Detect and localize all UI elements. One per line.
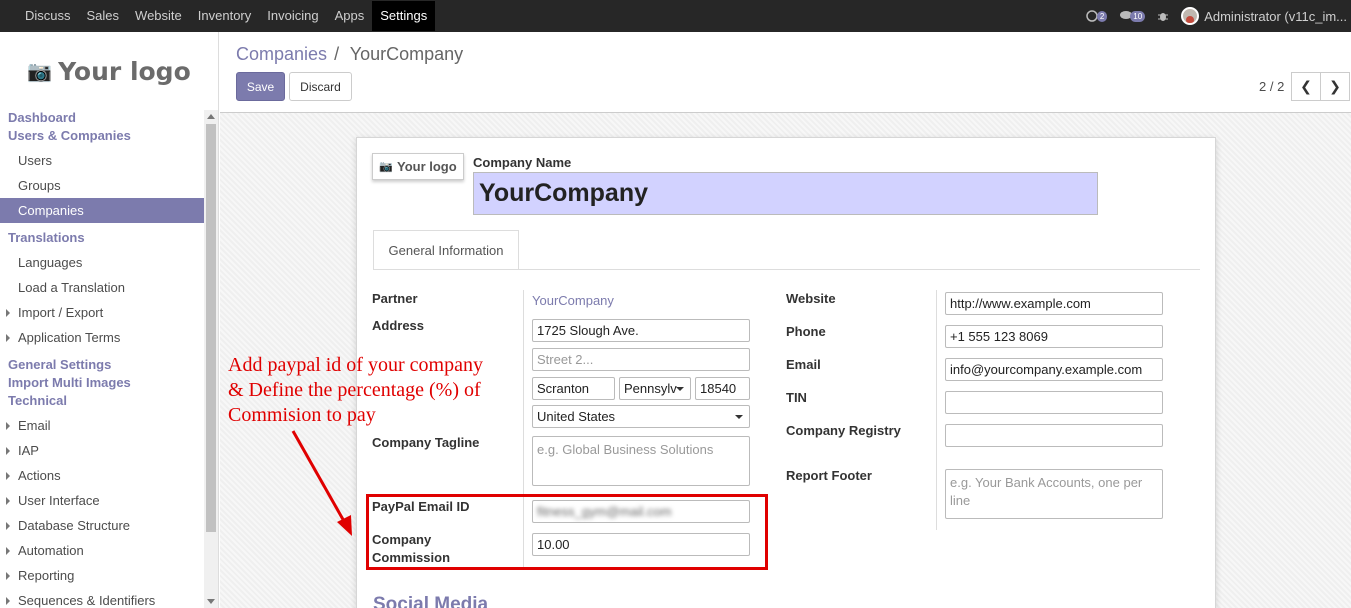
scroll-up-arrow-icon[interactable] — [207, 114, 215, 119]
sidebar-scrollbar[interactable] — [204, 110, 218, 608]
email-label: Email — [786, 357, 821, 372]
save-button[interactable]: Save — [236, 72, 285, 101]
control-panel: Companies / YourCompany Save Discard 2 /… — [220, 32, 1351, 113]
sidebar-item-load-translation[interactable]: Load a Translation — [0, 275, 204, 300]
annotation-line-3: Commision to pay — [228, 404, 376, 426]
phone-label: Phone — [786, 324, 826, 339]
tab-divider — [373, 269, 1200, 270]
tagline-textarea[interactable]: e.g. Global Business Solutions — [532, 436, 750, 486]
annotation-line-1: Add paypal id of your company — [228, 354, 483, 376]
tin-input[interactable] — [945, 391, 1163, 414]
activity-icon[interactable]: 10 — [1119, 10, 1146, 22]
scroll-down-arrow-icon[interactable] — [207, 599, 215, 604]
sidebar-head-users-companies[interactable]: Users & Companies — [0, 127, 204, 145]
pager-value: 2 / 2 — [1259, 79, 1285, 94]
partner-label: Partner — [372, 291, 418, 306]
pager-next-button[interactable]: ❯ — [1320, 72, 1350, 101]
menu-discuss[interactable]: Discuss — [17, 1, 79, 31]
street2-input[interactable]: Street 2... — [532, 348, 750, 371]
sidebar-head-translations[interactable]: Translations — [0, 229, 204, 247]
report-footer-label: Report Footer — [786, 468, 872, 483]
camera-icon: 📷 — [27, 59, 53, 83]
sidebar-logo[interactable]: 📷 Your logo — [0, 32, 218, 110]
menu-settings[interactable]: Settings — [372, 1, 436, 31]
sidebar-item-user-interface[interactable]: User Interface — [0, 488, 204, 513]
state-select[interactable]: Pennsylv — [619, 377, 691, 400]
menu-sales[interactable]: Sales — [79, 1, 128, 31]
bug-icon — [1158, 13, 1169, 21]
chat-count-badge: 2 — [1096, 10, 1108, 22]
activity-count-badge: 10 — [1130, 10, 1146, 22]
sidebar-head-dashboard[interactable]: Dashboard — [0, 110, 204, 127]
annotation-highlight-box — [366, 494, 768, 570]
sidebar-head-import-multi-images[interactable]: Import Multi Images — [0, 374, 204, 392]
website-label: Website — [786, 291, 836, 306]
breadcrumb-separator: / — [334, 44, 340, 64]
company-name-label: Company Name — [473, 155, 572, 170]
company-registry-input[interactable] — [945, 424, 1163, 447]
menu-website[interactable]: Website — [127, 1, 190, 31]
debug-bug-icon[interactable] — [1157, 10, 1169, 22]
top-navbar: Discuss Sales Website Inventory Invoicin… — [0, 0, 1351, 32]
company-name-input[interactable]: YourCompany — [473, 172, 1098, 215]
chevron-right-icon: ❯ — [1329, 78, 1341, 94]
sidebar-item-import-export[interactable]: Import / Export — [0, 300, 204, 325]
breadcrumb: Companies / YourCompany — [236, 44, 463, 65]
sidebar-item-actions[interactable]: Actions — [0, 463, 204, 488]
user-menu[interactable]: Administrator (v11c_im... — [1204, 9, 1347, 24]
street-input[interactable]: 1725 Slough Ave. — [532, 319, 750, 342]
partner-link[interactable]: YourCompany — [532, 293, 614, 308]
right-group-divider — [936, 290, 937, 530]
sidebar-item-automation[interactable]: Automation — [0, 538, 204, 563]
user-avatar[interactable] — [1181, 7, 1200, 25]
tin-label: TIN — [786, 390, 807, 405]
camera-icon: 📷 — [379, 161, 393, 173]
sidebar-menu: Dashboard Users & Companies Users Groups… — [0, 110, 204, 608]
zip-input[interactable]: 18540 — [695, 377, 750, 400]
company-logo-text: Your logo — [397, 159, 457, 174]
annotation-line-2: & Define the percentage (%) of — [228, 379, 481, 401]
sidebar-item-companies[interactable]: Companies — [0, 198, 204, 223]
company-logo-field[interactable]: 📷 Your logo — [372, 153, 464, 180]
menu-apps[interactable]: Apps — [327, 1, 373, 31]
pager-previous-button[interactable]: ❮ — [1291, 72, 1321, 101]
menu-inventory[interactable]: Inventory — [190, 1, 259, 31]
sidebar-item-groups[interactable]: Groups — [0, 173, 204, 198]
sidebar-item-email[interactable]: Email — [0, 413, 204, 438]
tagline-label: Company Tagline — [372, 435, 480, 450]
email-input[interactable]: info@yourcompany.example.com — [945, 358, 1163, 381]
menu-invoicing[interactable]: Invoicing — [259, 1, 326, 31]
sidebar-item-users[interactable]: Users — [0, 148, 204, 173]
sidebar: 📷 Your logo Dashboard Users & Companies … — [0, 32, 219, 608]
logo-text: Your logo — [58, 56, 191, 86]
country-select[interactable]: United States — [532, 405, 750, 428]
sidebar-head-general-settings[interactable]: General Settings — [0, 356, 204, 374]
address-label: Address — [372, 318, 425, 333]
sidebar-item-database-structure[interactable]: Database Structure — [0, 513, 204, 538]
sidebar-item-reporting[interactable]: Reporting — [0, 563, 204, 588]
sidebar-head-technical[interactable]: Technical — [0, 392, 204, 410]
report-footer-textarea[interactable]: e.g. Your Bank Accounts, one per line — [945, 469, 1163, 519]
annotation-text: Add paypal id of your company & Define t… — [228, 353, 528, 428]
breadcrumb-companies[interactable]: Companies — [236, 44, 327, 64]
discard-button[interactable]: Discard — [289, 72, 352, 101]
sidebar-item-iap[interactable]: IAP — [0, 438, 204, 463]
sidebar-item-languages[interactable]: Languages — [0, 250, 204, 275]
sidebar-item-application-terms[interactable]: Application Terms — [0, 325, 204, 350]
sidebar-item-sequences[interactable]: Sequences & Identifiers — [0, 588, 204, 608]
chevron-left-icon: ❮ — [1300, 78, 1312, 94]
phone-input[interactable]: +1 555 123 8069 — [945, 325, 1163, 348]
tab-general-information[interactable]: General Information — [373, 230, 519, 270]
social-media-heading: Social Media — [373, 594, 489, 608]
city-input[interactable]: Scranton — [532, 377, 615, 400]
breadcrumb-current: YourCompany — [349, 44, 464, 64]
company-registry-label: Company Registry — [786, 423, 901, 438]
chat-icon[interactable]: 2 — [1086, 10, 1108, 22]
scrollbar-thumb[interactable] — [206, 124, 216, 532]
website-input[interactable]: http://www.example.com — [945, 292, 1163, 315]
